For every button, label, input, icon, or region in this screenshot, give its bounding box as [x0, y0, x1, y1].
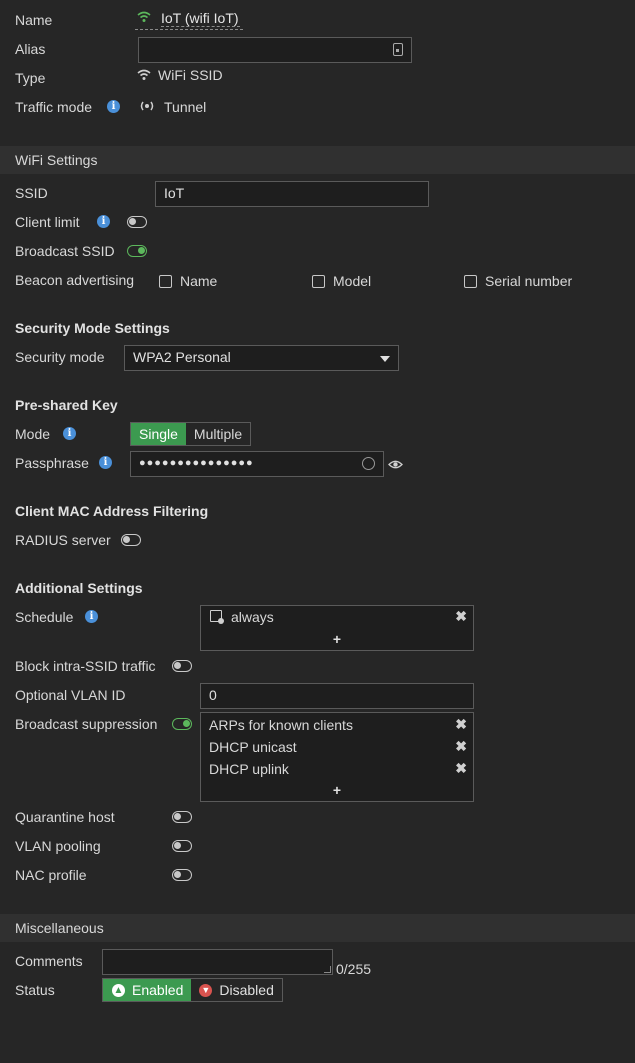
- broadcast-ssid-toggle[interactable]: [127, 245, 147, 257]
- name-underline: [135, 9, 243, 30]
- passphrase-label: Passphrase: [15, 455, 89, 471]
- psk-mode-single-button[interactable]: Single: [131, 423, 186, 445]
- resize-handle-icon[interactable]: [324, 966, 331, 973]
- info-icon[interactable]: i: [63, 427, 76, 440]
- broadcast-suppression-label: Broadcast suppression: [15, 716, 158, 732]
- additional-settings-heading: Additional Settings: [15, 580, 143, 596]
- key-generate-icon[interactable]: [362, 457, 375, 470]
- security-mode-heading: Security Mode Settings: [15, 320, 170, 336]
- arrow-down-circle-icon: ▼: [199, 983, 213, 997]
- beacon-model-label: Model: [333, 273, 372, 289]
- list-item: DHCP uplink: [209, 761, 289, 777]
- beacon-serial-label: Serial number: [485, 273, 573, 289]
- arrow-up-circle-icon: ▲: [112, 983, 125, 997]
- radius-server-label: RADIUS server: [15, 532, 111, 548]
- schedule-list: always ✖ +: [200, 605, 474, 651]
- vlan-id-label: Optional VLAN ID: [15, 687, 126, 703]
- radius-server-toggle[interactable]: [121, 534, 141, 546]
- comments-textarea[interactable]: [102, 949, 333, 975]
- security-mode-label: Security mode: [15, 349, 105, 365]
- psk-mode-label: Mode: [15, 426, 51, 442]
- schedule-item: always: [231, 609, 274, 625]
- traffic-mode-value: Tunnel: [164, 99, 207, 115]
- psk-mode-toggle: Single Multiple: [130, 422, 252, 446]
- pre-shared-key-heading: Pre-shared Key: [15, 397, 118, 413]
- info-icon[interactable]: i: [107, 100, 120, 113]
- quarantine-host-toggle[interactable]: [172, 811, 192, 823]
- form-fill-icon: [393, 43, 403, 56]
- beacon-model-checkbox[interactable]: [312, 275, 325, 288]
- schedule-label: Schedule: [15, 609, 74, 625]
- ssid-label: SSID: [15, 185, 48, 201]
- beacon-name-checkbox[interactable]: [159, 275, 172, 288]
- psk-mode-multiple-button[interactable]: Multiple: [186, 423, 250, 445]
- tunnel-icon: [138, 99, 156, 116]
- info-icon[interactable]: i: [97, 215, 110, 228]
- section-wifi-settings: WiFi Settings: [0, 146, 635, 174]
- status-toggle: ▲ Enabled ▼ Disabled: [102, 978, 283, 1002]
- block-intra-ssid-toggle[interactable]: [172, 660, 192, 672]
- list-item: DHCP unicast: [209, 739, 297, 755]
- security-mode-select[interactable]: WPA2 Personal: [124, 345, 399, 371]
- beacon-name-label: Name: [180, 273, 218, 289]
- traffic-mode-label: Traffic mode: [15, 99, 93, 115]
- beacon-serial-checkbox[interactable]: [464, 275, 477, 288]
- info-icon[interactable]: i: [85, 610, 98, 623]
- alias-input[interactable]: [138, 37, 412, 63]
- remove-icon[interactable]: ✖: [455, 608, 467, 625]
- block-intra-ssid-label: Block intra-SSID traffic: [15, 658, 156, 674]
- remove-icon[interactable]: ✖: [455, 716, 467, 733]
- beacon-advertising-label: Beacon advertising: [15, 272, 135, 288]
- nac-profile-label: NAC profile: [15, 867, 87, 883]
- broadcast-suppression-toggle[interactable]: [172, 718, 192, 730]
- client-limit-label: Client limit: [15, 214, 80, 230]
- quarantine-host-label: Quarantine host: [15, 809, 115, 825]
- type-value: WiFi SSID: [158, 67, 223, 83]
- name-label: Name: [15, 12, 53, 28]
- vlan-pooling-label: VLAN pooling: [15, 838, 101, 854]
- list-item: ARPs for known clients: [209, 717, 353, 733]
- client-limit-toggle[interactable]: [127, 216, 147, 228]
- vlan-id-input[interactable]: 0: [200, 683, 474, 709]
- nac-profile-toggle[interactable]: [172, 869, 192, 881]
- status-disabled-button[interactable]: ▼ Disabled: [191, 979, 281, 1001]
- status-enabled-button[interactable]: ▲ Enabled: [103, 979, 192, 1001]
- wifi-type-icon: [137, 68, 151, 84]
- broadcast-ssid-label: Broadcast SSID: [15, 243, 115, 259]
- type-label: Type: [15, 70, 46, 86]
- comments-counter: 0/255: [336, 961, 372, 977]
- alias-label: Alias: [15, 41, 46, 57]
- status-label: Status: [15, 982, 55, 998]
- info-icon[interactable]: i: [99, 456, 112, 469]
- add-suppression-button[interactable]: +: [201, 782, 473, 798]
- ssid-input[interactable]: IoT: [155, 181, 429, 207]
- remove-icon[interactable]: ✖: [455, 760, 467, 777]
- dropdown-arrow-icon: [380, 356, 390, 362]
- add-schedule-button[interactable]: +: [201, 631, 473, 647]
- schedule-icon: [210, 610, 224, 624]
- passphrase-input[interactable]: ●●●●●●●●●●●●●●●: [130, 451, 384, 477]
- mac-filtering-heading: Client MAC Address Filtering: [15, 503, 209, 519]
- section-miscellaneous: Miscellaneous: [0, 914, 635, 942]
- comments-label: Comments: [15, 953, 83, 969]
- show-password-eye-icon[interactable]: [388, 457, 403, 473]
- remove-icon[interactable]: ✖: [455, 738, 467, 755]
- vlan-pooling-toggle[interactable]: [172, 840, 192, 852]
- broadcast-suppression-list: ARPs for known clients ✖ DHCP unicast ✖ …: [200, 712, 474, 802]
